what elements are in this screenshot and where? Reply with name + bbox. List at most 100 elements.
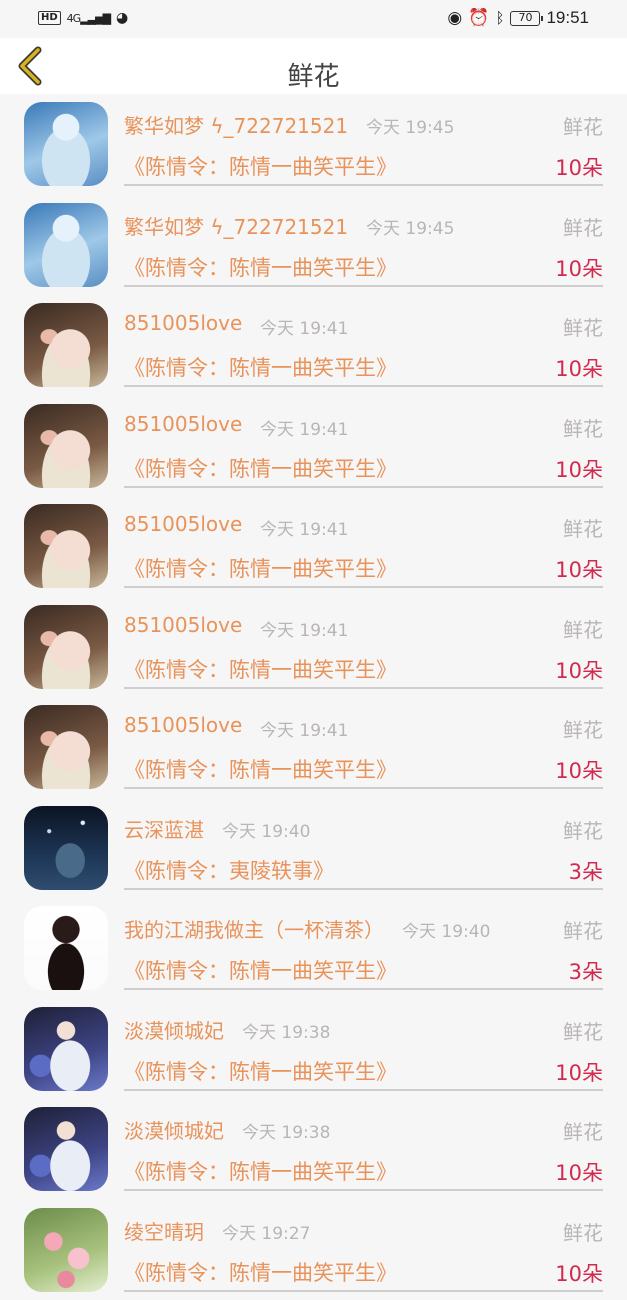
network-label: 4G <box>67 12 81 25</box>
list-item[interactable]: 淡漠倾城妃 今天 19:38 鲜花 《陈情令：陈情一曲笑平生》 10朵 <box>0 999 627 1100</box>
gift-count: 10朵 <box>555 554 603 584</box>
drama-title[interactable]: 《陈情令：陈情一曲笑平生》 <box>124 252 397 282</box>
sender-name[interactable]: 繁华如梦 ϟ_722721521 <box>124 211 348 240</box>
signal-icon: 4G▂▃▅▇ <box>67 12 110 25</box>
hd-badge: HD <box>38 11 61 25</box>
sender-name[interactable]: 繁华如梦 ϟ_722721521 <box>124 110 348 139</box>
gift-type: 鲜花 <box>563 413 603 442</box>
sender-name[interactable]: 851005love <box>124 311 242 335</box>
list-item[interactable]: 繁华如梦 ϟ_722721521 今天 19:45 鲜花 《陈情令：陈情一曲笑平… <box>0 94 627 195</box>
sender-name[interactable]: 851005love <box>124 713 242 737</box>
divider <box>124 687 603 689</box>
eye-icon: ◉ <box>447 8 462 28</box>
gift-type: 鲜花 <box>563 815 603 844</box>
gift-count: 10朵 <box>555 1157 603 1187</box>
avatar[interactable] <box>24 1007 108 1091</box>
gift-count: 10朵 <box>555 1258 603 1288</box>
avatar[interactable] <box>24 906 108 990</box>
gift-count: 10朵 <box>555 755 603 785</box>
gift-type: 鲜花 <box>563 1116 603 1145</box>
avatar[interactable] <box>24 605 108 689</box>
sender-name[interactable]: 淡漠倾城妃 <box>124 1115 224 1144</box>
avatar[interactable] <box>24 806 108 890</box>
gift-type: 鲜花 <box>563 111 603 140</box>
list-item[interactable]: 851005love 今天 19:41 鲜花 《陈情令：陈情一曲笑平生》 10朵 <box>0 496 627 597</box>
drama-title[interactable]: 《陈情令：陈情一曲笑平生》 <box>124 955 397 985</box>
battery-icon: 70 <box>510 11 540 26</box>
send-time: 今天 19:41 <box>260 515 348 540</box>
status-left: HD 4G▂▃▅▇ ◕ <box>38 10 128 26</box>
divider <box>124 988 603 990</box>
sender-name[interactable]: 淡漠倾城妃 <box>124 1015 224 1044</box>
send-time: 今天 19:40 <box>222 817 310 842</box>
page-title: 鲜花 <box>0 56 627 93</box>
list-item[interactable]: 淡漠倾城妃 今天 19:38 鲜花 《陈情令：陈情一曲笑平生》 10朵 <box>0 1099 627 1200</box>
sender-name[interactable]: 851005love <box>124 512 242 536</box>
divider <box>124 1089 603 1091</box>
divider <box>124 285 603 287</box>
avatar[interactable] <box>24 303 108 387</box>
sender-name[interactable]: 851005love <box>124 412 242 436</box>
gift-type: 鲜花 <box>563 312 603 341</box>
drama-title[interactable]: 《陈情令：夷陵轶事》 <box>124 855 334 885</box>
gift-count: 3朵 <box>569 856 603 886</box>
divider <box>124 385 603 387</box>
list-item[interactable]: 绫空晴玥 今天 19:27 鲜花 《陈情令：陈情一曲笑平生》 10朵 <box>0 1200 627 1300</box>
gift-type: 鲜花 <box>563 915 603 944</box>
drama-title[interactable]: 《陈情令：陈情一曲笑平生》 <box>124 151 397 181</box>
status-bar: HD 4G▂▃▅▇ ◕ ◉ ⏰ ᛒ 70 19:51 <box>0 0 627 38</box>
alarm-icon: ⏰ <box>468 8 489 28</box>
avatar[interactable] <box>24 203 108 287</box>
avatar[interactable] <box>24 705 108 789</box>
gift-count: 10朵 <box>555 152 603 182</box>
avatar[interactable] <box>24 404 108 488</box>
status-time: 19:51 <box>546 8 589 28</box>
send-time: 今天 19:45 <box>366 113 454 138</box>
send-time: 今天 19:41 <box>260 716 348 741</box>
send-time: 今天 19:27 <box>222 1219 310 1244</box>
drama-title[interactable]: 《陈情令：陈情一曲笑平生》 <box>124 352 397 382</box>
divider <box>124 586 603 588</box>
sender-name[interactable]: 我的江湖我做主（一杯清茶） <box>124 914 384 943</box>
divider <box>124 184 603 186</box>
gift-count: 10朵 <box>555 1057 603 1087</box>
send-time: 今天 19:41 <box>260 415 348 440</box>
drama-title[interactable]: 《陈情令：陈情一曲笑平生》 <box>124 1156 397 1186</box>
nav-header: 鲜花 <box>0 38 627 94</box>
send-time: 今天 19:40 <box>402 917 490 942</box>
list-item[interactable]: 851005love 今天 19:41 鲜花 《陈情令：陈情一曲笑平生》 10朵 <box>0 396 627 497</box>
drama-title[interactable]: 《陈情令：陈情一曲笑平生》 <box>124 553 397 583</box>
gift-count: 10朵 <box>555 353 603 383</box>
list-item[interactable]: 851005love 今天 19:41 鲜花 《陈情令：陈情一曲笑平生》 10朵 <box>0 295 627 396</box>
sender-name[interactable]: 绫空晴玥 <box>124 1216 204 1245</box>
list-item[interactable]: 851005love 今天 19:41 鲜花 《陈情令：陈情一曲笑平生》 10朵 <box>0 697 627 798</box>
gift-list: 繁华如梦 ϟ_722721521 今天 19:45 鲜花 《陈情令：陈情一曲笑平… <box>0 94 627 1300</box>
send-time: 今天 19:41 <box>260 314 348 339</box>
list-item[interactable]: 我的江湖我做主（一杯清茶） 今天 19:40 鲜花 《陈情令：陈情一曲笑平生》 … <box>0 898 627 999</box>
sender-name[interactable]: 云深蓝湛 <box>124 814 204 843</box>
gift-count: 10朵 <box>555 655 603 685</box>
avatar[interactable] <box>24 1208 108 1292</box>
list-item[interactable]: 云深蓝湛 今天 19:40 鲜花 《陈情令：夷陵轶事》 3朵 <box>0 798 627 899</box>
gift-type: 鲜花 <box>563 1016 603 1045</box>
bluetooth-icon: ᛒ <box>495 9 504 27</box>
list-item[interactable]: 851005love 今天 19:41 鲜花 《陈情令：陈情一曲笑平生》 10朵 <box>0 597 627 698</box>
divider <box>124 787 603 789</box>
drama-title[interactable]: 《陈情令：陈情一曲笑平生》 <box>124 1056 397 1086</box>
gift-type: 鲜花 <box>563 1217 603 1246</box>
gift-count: 3朵 <box>569 956 603 986</box>
drama-title[interactable]: 《陈情令：陈情一曲笑平生》 <box>124 654 397 684</box>
gift-count: 10朵 <box>555 454 603 484</box>
drama-title[interactable]: 《陈情令：陈情一曲笑平生》 <box>124 453 397 483</box>
send-time: 今天 19:41 <box>260 616 348 641</box>
send-time: 今天 19:38 <box>242 1118 330 1143</box>
list-item[interactable]: 繁华如梦 ϟ_722721521 今天 19:45 鲜花 《陈情令：陈情一曲笑平… <box>0 195 627 296</box>
sender-name[interactable]: 851005love <box>124 613 242 637</box>
avatar[interactable] <box>24 504 108 588</box>
gift-type: 鲜花 <box>563 714 603 743</box>
avatar[interactable] <box>24 102 108 186</box>
drama-title[interactable]: 《陈情令：陈情一曲笑平生》 <box>124 1257 397 1287</box>
drama-title[interactable]: 《陈情令：陈情一曲笑平生》 <box>124 754 397 784</box>
gift-type: 鲜花 <box>563 212 603 241</box>
avatar[interactable] <box>24 1107 108 1191</box>
